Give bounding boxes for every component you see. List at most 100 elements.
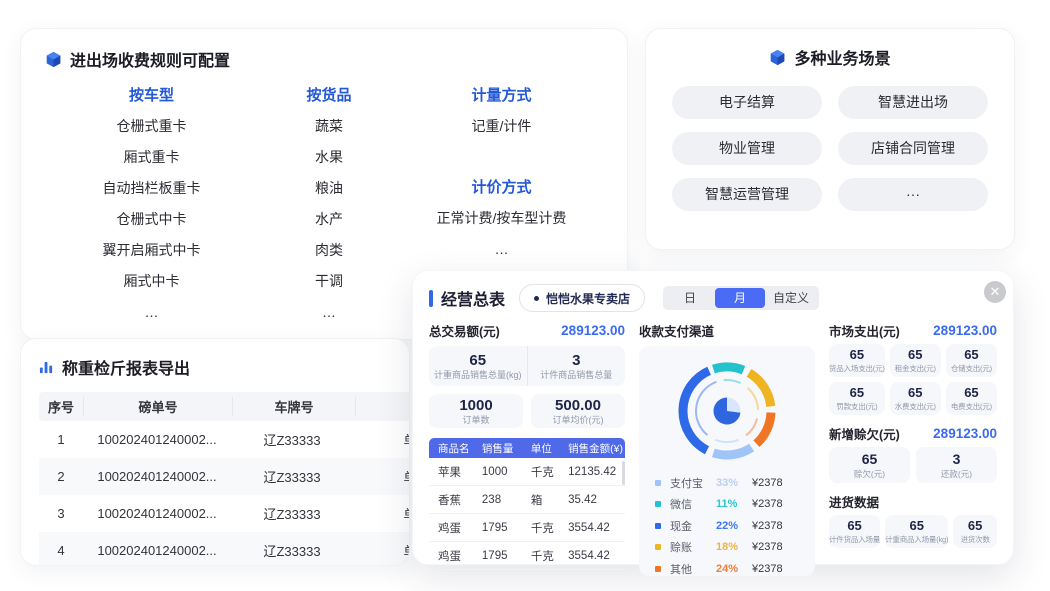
cell-amount: 35.42: [568, 494, 625, 506]
payment-donut-chart: 支付宝 33% ¥2378 微信 11% ¥2378 现金: [639, 346, 815, 576]
cell-bill: 100202401240002...: [83, 506, 231, 521]
tab-custom[interactable]: 自定义: [765, 288, 817, 308]
stat-weighed-entry: 65 计重商品入场量(kg): [885, 515, 948, 548]
col-header-truck: 车型: [355, 397, 410, 416]
stat-label: 计重商品入场量(kg): [885, 534, 948, 546]
cell-unit: 千克: [531, 464, 568, 480]
stat-electricity-expense: 65 电费支出(元): [946, 382, 997, 415]
rule-item-more: …: [49, 297, 254, 328]
rule-item: 水果: [254, 142, 404, 173]
cell-amount: 3554.42: [568, 550, 625, 562]
new-credit-value: 289123.00: [933, 426, 997, 441]
expenses-column: 市场支出(元) 289123.00 65 货品入场支出(元) 65 租金支出(元…: [829, 321, 997, 576]
purchase-grid: 65 计件货品入场量 65 计重商品入场量(kg) 65 进货次数: [829, 515, 997, 548]
stat-counted-entry: 65 计件货品入场量: [829, 515, 880, 548]
scenario-pill-more[interactable]: ···: [838, 178, 988, 211]
legend-percent: 22%: [716, 520, 752, 532]
stat-label: 罚款支出(元): [836, 401, 877, 413]
cell-product: 苹果: [429, 464, 482, 480]
cell-amount: 3554.42: [568, 522, 625, 534]
column-header-measure: 计量方式: [404, 81, 599, 111]
cell-no: 2: [39, 469, 83, 484]
table-row: 香蕉 238 箱 35.42: [429, 486, 625, 514]
tab-day[interactable]: 日: [665, 288, 715, 308]
legend-swatch: [655, 501, 661, 507]
scenarios-title: 多种业务场景: [794, 45, 890, 69]
legend-swatch: [655, 544, 661, 550]
column-header-vehicle: 按车型: [49, 81, 254, 111]
legend-name: 赊账: [670, 539, 716, 555]
purchase-data-label: 进货数据: [829, 492, 879, 511]
cube-icon: [45, 51, 62, 68]
col-header-qty: 销售量: [482, 441, 531, 456]
store-selector-pill[interactable]: 恺恺水果专卖店: [519, 284, 645, 312]
stat-label: 仓储支出(元): [951, 363, 992, 375]
stat-value: 65: [964, 384, 978, 401]
stat-water-expense: 65 水费支出(元): [890, 382, 941, 415]
stat-storage-expense: 65 仓储支出(元): [946, 344, 997, 377]
scenario-pill-property[interactable]: 物业管理: [672, 132, 822, 165]
table-row: 鸡蛋 1795 千克 3554.42: [429, 542, 625, 570]
tab-month[interactable]: 月: [715, 288, 765, 308]
legend-name: 微信: [670, 496, 716, 512]
stat-value: 65: [850, 346, 864, 363]
stat-value: 3: [953, 451, 961, 468]
stat-goods-entry-expense: 65 货品入场支出(元): [829, 344, 885, 377]
page: 进出场收费规则可配置 按车型 仓栅式重卡 厢式重卡 自动挡栏板重卡 仓栅式中卡 …: [0, 0, 1050, 591]
vehicle-type-column: 按车型 仓栅式重卡 厢式重卡 自动挡栏板重卡 仓栅式中卡 翼开启厢式中卡 厢式中…: [49, 81, 254, 328]
rule-item: 翼开启厢式中卡: [49, 235, 254, 266]
period-tabs: 日 月 自定义: [663, 286, 819, 310]
cell-unit: 千克: [531, 548, 568, 564]
chart-legend: 支付宝 33% ¥2378 微信 11% ¥2378 现金: [639, 471, 815, 580]
stat-value: 65: [968, 517, 982, 534]
close-icon[interactable]: ✕: [984, 281, 1006, 303]
store-dot-icon: [534, 296, 539, 301]
scenario-pill-entry[interactable]: 智慧进出场: [838, 86, 988, 119]
title-accent-bar: [429, 290, 433, 307]
stat-fine-expense: 65 罚款支出(元): [829, 382, 885, 415]
stat-value: 65: [862, 451, 878, 468]
stat-label: 计件货品入场量: [829, 534, 880, 546]
stat-label: 计重商品销售总量(kg): [434, 369, 522, 381]
summary-body: 总交易额(元) 289123.00 65 计重商品销售总量(kg) 3 计件商品…: [429, 321, 997, 576]
legend-amount: ¥2378: [752, 498, 783, 510]
credit-grid: 65 赊欠(元) 3 还款(元): [829, 447, 997, 483]
stat-value: 65: [850, 384, 864, 401]
stat-label: 租金支出(元): [895, 363, 936, 375]
donut-chart-svg: [667, 351, 787, 471]
weighing-table-header: 序号 磅单号 车牌号 车型: [39, 392, 410, 421]
cell-amount: 12135.42: [568, 466, 625, 478]
stat-order-count: 1000 订单数: [429, 394, 523, 428]
cube-icon: [769, 49, 786, 66]
cell-bill: 100202401240002...: [83, 469, 231, 484]
rule-item: 水产: [254, 204, 404, 235]
stat-label: 进货次数: [961, 534, 990, 546]
report-header: 称重检斤报表导出: [39, 355, 409, 379]
legend-item-cash: 现金 22% ¥2378: [655, 515, 799, 537]
col-header-unit: 单位: [531, 441, 568, 456]
table-row: 2 100202401240002... 辽Z33333 单排仓: [39, 458, 410, 495]
stat-value: 500.00: [555, 397, 601, 414]
stat-label: 赊欠(元): [854, 468, 885, 480]
cell-truck: 单排仓: [353, 504, 410, 523]
payment-channels-column: 收款支付渠道 支付宝 33% ¥2378 微信: [639, 321, 815, 576]
scenario-pill-contract[interactable]: 店铺合同管理: [838, 132, 988, 165]
scenario-pill-operation[interactable]: 智慧运营管理: [672, 178, 822, 211]
cell-qty: 1795: [482, 522, 531, 534]
legend-amount: ¥2378: [752, 541, 783, 553]
rule-item: 干调: [254, 266, 404, 297]
scenario-pill-settlement[interactable]: 电子结算: [672, 86, 822, 119]
scenario-pill-grid: 电子结算 智慧进出场 物业管理 店铺合同管理 智慧运营管理 ···: [670, 86, 990, 211]
report-title: 称重检斤报表导出: [62, 355, 190, 379]
scrollbar[interactable]: [622, 461, 625, 485]
legend-item-alipay: 支付宝 33% ¥2378: [655, 472, 799, 494]
cell-truck: 单排仓: [353, 541, 410, 560]
legend-amount: ¥2378: [752, 563, 783, 575]
cell-qty: 1795: [482, 550, 531, 562]
spacer: [404, 142, 599, 173]
summary-title: 经营总表: [441, 286, 505, 310]
goods-column: 按货品 蔬菜 水果 粮油 水产 肉类 干调 …: [254, 81, 404, 328]
rule-item: 正常计费/按车型计费: [404, 203, 599, 234]
stat-label: 电费支出(元): [951, 401, 992, 413]
legend-percent: 24%: [716, 563, 752, 575]
